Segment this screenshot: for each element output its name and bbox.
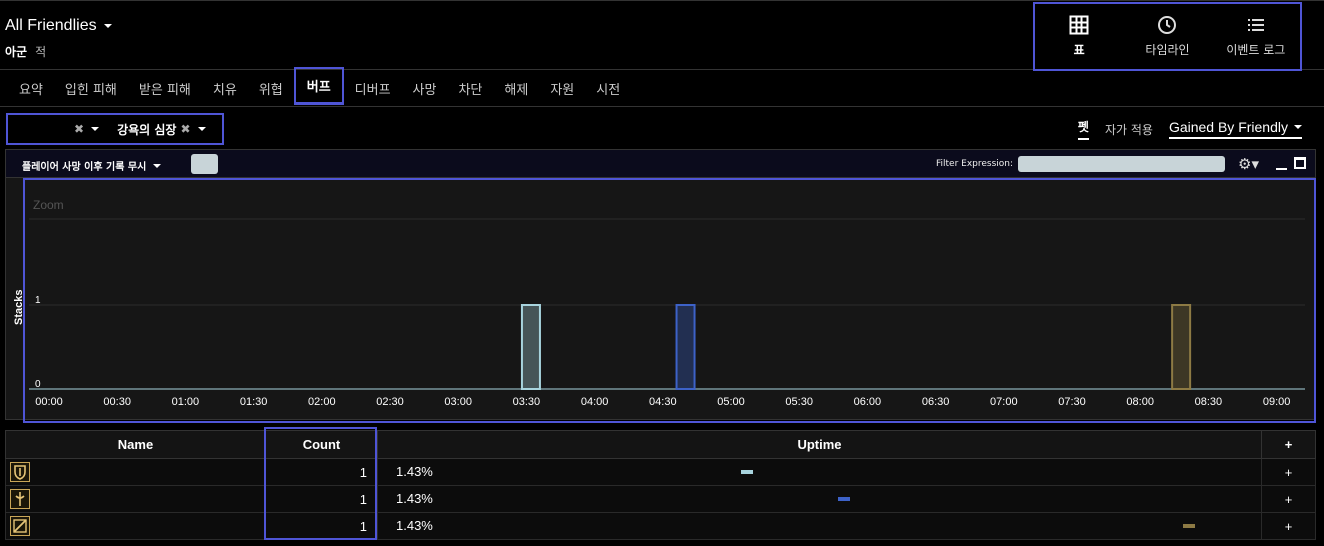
pet-toggle[interactable]: 펫 — [1077, 118, 1089, 140]
row-expand-button[interactable]: + — [1261, 512, 1316, 540]
view-table-button[interactable]: 표 — [1035, 4, 1123, 69]
filter-expression-label: Filter Expression: — [936, 159, 1014, 169]
close-icon[interactable]: ✖ — [180, 122, 190, 136]
table-row[interactable]: 1 1.43% + — [5, 485, 1316, 513]
view-eventlog-button[interactable]: 이벤트 로그 — [1212, 4, 1300, 69]
view-eventlog-label: 이벤트 로그 — [1226, 43, 1286, 57]
chevron-down-icon[interactable] — [91, 127, 100, 131]
tab-buffs[interactable]: 버프 — [293, 67, 344, 105]
buff-table: Name Count Uptime + 1 1.43% + 1 1.43% + … — [5, 430, 1316, 540]
uptime-bar — [740, 470, 753, 474]
row-uptime-percent: 1.43% — [396, 491, 433, 506]
table-row[interactable]: 1 1.43% + — [5, 512, 1316, 540]
row-name[interactable] — [5, 512, 266, 540]
uptime-bar — [1183, 524, 1196, 528]
row-name[interactable] — [5, 458, 266, 486]
filter-box: ✖ 강욕의 심장 ✖ — [6, 113, 224, 145]
view-table-label: 표 — [1073, 43, 1085, 57]
chart-toolbar: 플레이어 사망 이후 기록 무시 Filter Expression: ⚙▾ — [5, 149, 1316, 177]
tab-healing[interactable]: 치유 — [202, 70, 248, 107]
row-uptime-percent: 1.43% — [396, 518, 433, 533]
shield-icon — [10, 462, 30, 482]
filter-expression-input[interactable] — [1018, 156, 1225, 172]
view-switcher: 표 타임라인 이벤트 로그 — [1033, 2, 1302, 71]
row-uptime: 1.43% — [377, 485, 1262, 513]
table-row[interactable]: 1 1.43% + — [5, 458, 1316, 486]
header-plus[interactable]: + — [1261, 430, 1316, 459]
header-name[interactable]: Name — [5, 430, 266, 459]
scope-title: All Friendlies — [5, 17, 97, 34]
tab-summary[interactable]: 요약 — [8, 70, 54, 107]
filter-pill-1[interactable]: ✖ — [74, 122, 100, 136]
clock-icon — [1158, 16, 1177, 34]
death-filter-dropdown[interactable]: 플레이어 사망 이후 기록 무시 — [22, 158, 162, 173]
row-uptime: 1.43% — [377, 458, 1262, 486]
side-toggle: 아군 적 — [5, 43, 46, 60]
gained-by-label: Gained By Friendly — [1168, 119, 1288, 135]
death-filter-label: 플레이어 사망 이후 기록 무시 — [22, 162, 147, 173]
chevron-down-icon[interactable] — [197, 127, 206, 131]
report-tabs: 요약 입힌 피해 받은 피해 치유 위협 버프 디버프 사망 차단 해제 자원 … — [0, 67, 1324, 107]
gained-by-dropdown[interactable]: Gained By Friendly — [1168, 119, 1302, 139]
chevron-down-icon — [103, 24, 112, 28]
tab-resources[interactable]: 자원 — [539, 70, 585, 107]
header: All Friendlies 아군 적 표 타임라인 이벤트 로그 — [0, 0, 1324, 71]
scope-dropdown[interactable]: All Friendlies — [5, 17, 112, 35]
filter-pill-2-label: 강욕의 심장 — [117, 122, 177, 137]
grid-icon — [1069, 15, 1089, 35]
header-uptime[interactable]: Uptime — [377, 430, 1262, 459]
row-name[interactable] — [5, 485, 266, 513]
filter-pill-2[interactable]: 강욕의 심장 ✖ — [117, 121, 206, 138]
side-friendly[interactable]: 아군 — [5, 43, 27, 60]
tab-damage-taken[interactable]: 받은 피해 — [128, 70, 202, 107]
row-uptime-percent: 1.43% — [396, 464, 433, 479]
chevron-down-icon — [1294, 125, 1302, 129]
row-expand-button[interactable]: + — [1261, 458, 1316, 486]
uptime-bar — [838, 497, 851, 501]
aura-options: 펫 자가 적용 Gained By Friendly — [1077, 118, 1302, 140]
minimize-icon[interactable] — [1276, 168, 1287, 170]
tab-dispels[interactable]: 해제 — [493, 70, 539, 107]
view-timeline-label: 타임라인 — [1145, 43, 1190, 57]
chart-outline — [23, 178, 1316, 423]
close-icon[interactable]: ✖ — [74, 122, 84, 136]
tab-threat[interactable]: 위협 — [248, 70, 294, 107]
row-expand-button[interactable]: + — [1261, 485, 1316, 513]
self-applied-toggle[interactable]: 자가 적용 — [1105, 121, 1153, 138]
gear-icon[interactable]: ⚙▾ — [1238, 155, 1259, 173]
row-uptime: 1.43% — [377, 512, 1262, 540]
tab-interrupts[interactable]: 차단 — [447, 70, 493, 107]
tab-deaths[interactable]: 사망 — [402, 70, 448, 107]
tab-casts[interactable]: 시전 — [585, 70, 631, 107]
count-column-outline — [264, 427, 377, 540]
table-header: Name Count Uptime + — [5, 430, 1316, 459]
tab-debuffs[interactable]: 디버프 — [344, 70, 402, 107]
side-enemy[interactable]: 적 — [35, 43, 46, 60]
toggle-switch[interactable] — [191, 154, 218, 174]
maximize-icon[interactable] — [1294, 157, 1306, 169]
sword-icon — [10, 489, 30, 509]
slash-icon — [10, 516, 30, 536]
list-icon — [1247, 19, 1264, 31]
view-timeline-button[interactable]: 타임라인 — [1123, 4, 1211, 69]
chevron-down-icon — [153, 163, 162, 168]
tab-damage-done[interactable]: 입힌 피해 — [54, 70, 128, 107]
